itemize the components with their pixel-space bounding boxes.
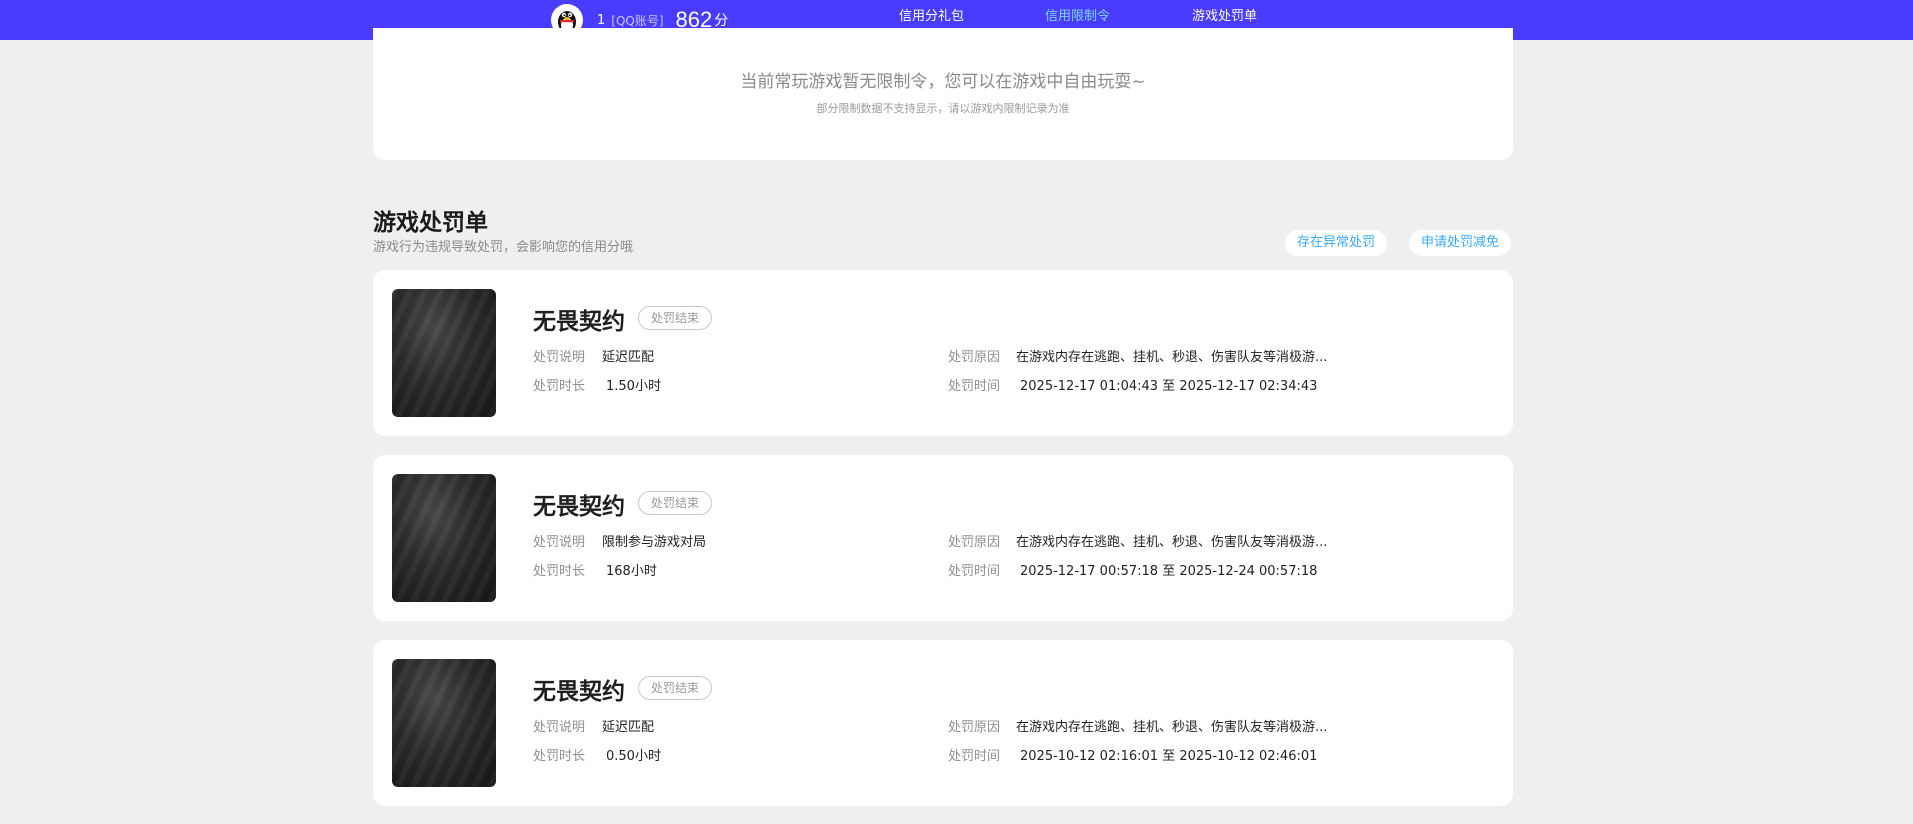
description-value: 延迟匹配 (602, 350, 655, 365)
status-badge: 处罚结束 (638, 306, 713, 330)
restriction-note: 部分限制数据不支持显示，请以游戏内限制记录为准 (816, 102, 1070, 115)
game-thumbnail (392, 289, 496, 417)
section-subtitle: 游戏行为违规导致处罚，会影响您的信用分哦 (373, 240, 634, 255)
description-label: 处罚说明 (533, 350, 586, 365)
reason-label: 处罚原因 (948, 535, 1001, 550)
duration-label: 处罚时长 (533, 749, 586, 764)
punishment-card[interactable]: 无畏契约 处罚结束 处罚说明 延迟匹配 处罚时长 0.50小时 处罚原因 在游戏… (373, 640, 1513, 806)
reason-label: 处罚原因 (948, 720, 1001, 735)
restriction-message: 当前常玩游戏暂无限制令，您可以在游戏中自由玩耍~ (740, 72, 1146, 92)
account-type: [QQ账号] (611, 13, 664, 28)
status-badge: 处罚结束 (638, 676, 713, 700)
game-name: 无畏契约 (533, 309, 625, 335)
user-id: 1 (597, 12, 606, 28)
time-value: 2025-12-17 00:57:18 至 2025-12-24 00:57:1… (1020, 564, 1318, 579)
time-label: 处罚时间 (948, 379, 1001, 394)
description-label: 处罚说明 (533, 535, 586, 550)
time-label: 处罚时间 (948, 749, 1001, 764)
duration-value: 1.50小时 (606, 379, 661, 394)
status-badge: 处罚结束 (638, 491, 713, 515)
description-value: 限制参与游戏对局 (602, 535, 707, 550)
reason-label: 处罚原因 (948, 350, 1001, 365)
description-value: 延迟匹配 (602, 720, 655, 735)
reason-value: 在游戏内存在逃跑、挂机、秒退、伤害队友等消极游... (1016, 350, 1328, 365)
reason-value: 在游戏内存在逃跑、挂机、秒退、伤害队友等消极游... (1016, 535, 1328, 550)
tab-label: 信用限制令 (1045, 9, 1111, 24)
abnormal-punishment-button[interactable]: 存在异常处罚 (1285, 230, 1388, 256)
punishment-card[interactable]: 无畏契约 处罚结束 处罚说明 限制参与游戏对局 处罚时长 168小时 处罚原因 … (373, 455, 1513, 621)
game-name: 无畏契约 (533, 494, 625, 520)
duration-label: 处罚时长 (533, 379, 586, 394)
game-thumbnail (392, 659, 496, 787)
section-title: 游戏处罚单 (373, 210, 488, 236)
game-thumbnail (392, 474, 496, 602)
restriction-notice-card: 当前常玩游戏暂无限制令，您可以在游戏中自由玩耍~ 部分限制数据不支持显示，请以游… (373, 28, 1513, 160)
time-value: 2025-10-12 02:16:01 至 2025-10-12 02:46:0… (1020, 749, 1318, 764)
appeal-reduction-button[interactable]: 申请处罚减免 (1409, 230, 1512, 256)
time-label: 处罚时间 (948, 564, 1001, 579)
punishment-card[interactable]: 无畏契约 处罚结束 处罚说明 延迟匹配 处罚时长 1.50小时 处罚原因 在游戏… (373, 270, 1513, 436)
description-label: 处罚说明 (533, 720, 586, 735)
duration-label: 处罚时长 (533, 564, 586, 579)
duration-value: 168小时 (606, 564, 657, 579)
game-name: 无畏契约 (533, 679, 625, 705)
credit-score-unit: 分 (714, 13, 729, 29)
time-value: 2025-12-17 01:04:43 至 2025-12-17 02:34:4… (1020, 379, 1318, 394)
duration-value: 0.50小时 (606, 749, 661, 764)
reason-value: 在游戏内存在逃跑、挂机、秒退、伤害队友等消极游... (1016, 720, 1328, 735)
